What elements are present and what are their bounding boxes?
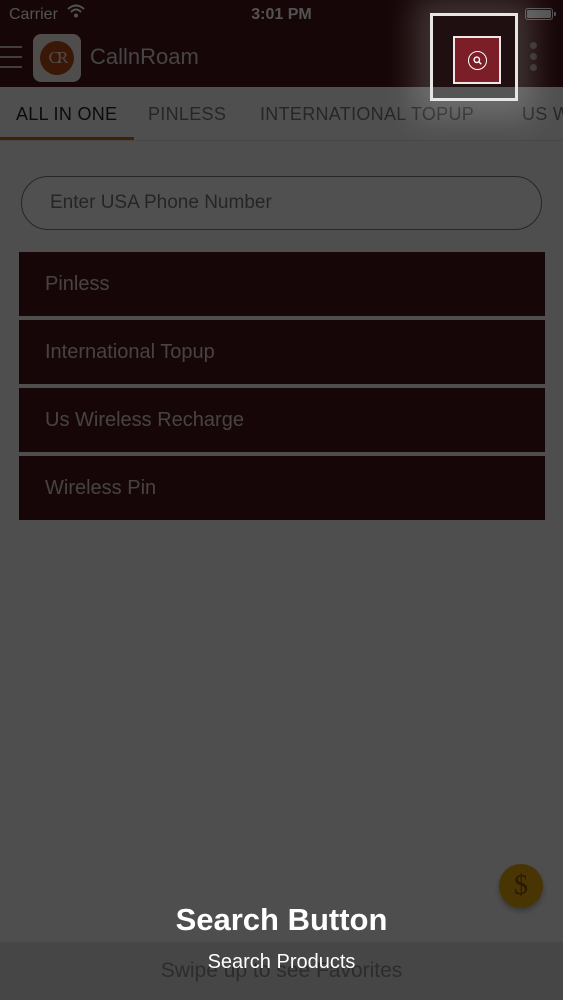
app-logo: CR bbox=[33, 34, 81, 82]
more-options-icon[interactable] bbox=[528, 42, 538, 76]
search-button[interactable] bbox=[453, 36, 501, 84]
search-highlight-frame bbox=[430, 13, 518, 101]
search-icon bbox=[467, 50, 487, 70]
app-title: CallnRoam bbox=[90, 44, 199, 69]
battery-icon bbox=[525, 8, 556, 20]
product-item-us-wireless-recharge[interactable]: Us Wireless Recharge bbox=[19, 388, 545, 452]
product-item-pinless[interactable]: Pinless bbox=[19, 252, 545, 316]
product-item-wireless-pin[interactable]: Wireless Pin bbox=[19, 456, 545, 520]
tab-pinless[interactable]: PINLESS bbox=[148, 87, 226, 140]
active-tab-indicator bbox=[0, 137, 134, 140]
product-list: Pinless International Topup Us Wireless … bbox=[19, 252, 545, 524]
tab-us-wireless[interactable]: US W bbox=[522, 87, 563, 140]
menu-icon[interactable] bbox=[0, 42, 22, 72]
logo-mark: CR bbox=[40, 41, 74, 75]
product-item-international-topup[interactable]: International Topup bbox=[19, 320, 545, 384]
coach-mark-title: Search Button bbox=[175, 902, 388, 937]
tab-all-in-one[interactable]: ALL IN ONE bbox=[16, 87, 117, 140]
phone-number-input[interactable] bbox=[21, 176, 542, 230]
coach-mark-subtitle: Search Products bbox=[207, 951, 356, 973]
